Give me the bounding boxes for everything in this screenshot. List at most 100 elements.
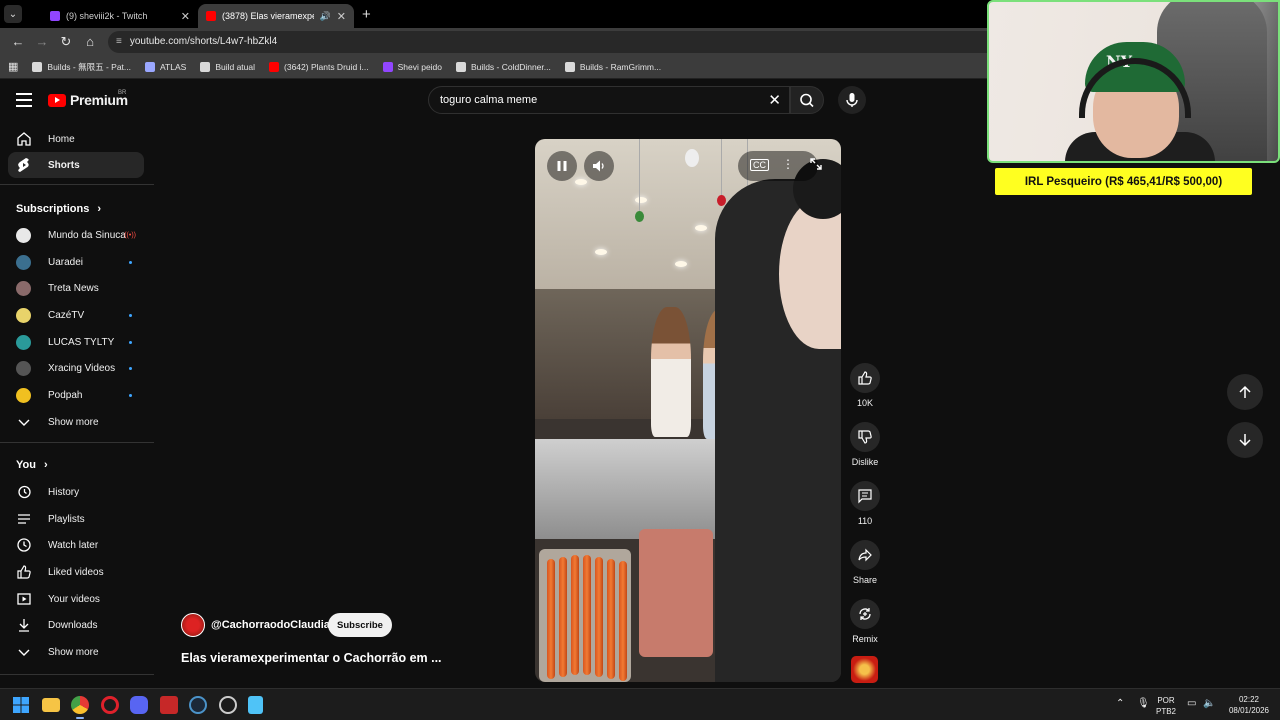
share-action[interactable]: Share <box>849 540 881 585</box>
sidebar-item-downloads[interactable]: Downloads <box>8 612 144 638</box>
sidebar-item-playlists[interactable]: Playlists <box>8 506 144 532</box>
back-icon[interactable]: ← <box>6 34 30 49</box>
you-heading[interactable]: You › <box>16 459 48 471</box>
sidebar-item-shorts[interactable]: Shorts <box>8 152 144 178</box>
volume-icon[interactable]: 🔈 <box>1203 698 1215 709</box>
bookmark[interactable]: ATLAS <box>145 61 186 72</box>
channel-avatar <box>16 334 31 350</box>
dislike-label: Dislike <box>851 457 879 467</box>
remix-button[interactable] <box>850 599 880 629</box>
comments-button[interactable] <box>850 481 880 511</box>
history-icon <box>16 484 32 500</box>
display-icon[interactable]: ▭ <box>1187 698 1196 709</box>
subscription-item[interactable]: Uaradei <box>8 249 144 275</box>
reload-icon[interactable]: ↻ <box>54 34 78 50</box>
bookmark[interactable]: Build atual <box>200 61 255 72</box>
ceiling-light <box>675 261 687 267</box>
discord-icon[interactable] <box>130 696 148 714</box>
fullscreen-icon[interactable] <box>809 157 823 174</box>
new-content-dot <box>129 340 132 344</box>
shorts-icon <box>16 157 32 173</box>
clear-search-icon[interactable]: ✕ <box>768 91 781 109</box>
site-info-icon[interactable]: ≡ <box>116 36 122 47</box>
chevron-right-icon: › <box>43 459 48 471</box>
share-button[interactable] <box>850 540 880 570</box>
home-icon[interactable]: ⌂ <box>78 34 102 49</box>
home-icon <box>16 131 32 147</box>
subscribe-button[interactable]: Subscribe <box>328 613 392 637</box>
more-options-icon[interactable]: ⋮ <box>782 157 794 171</box>
browser-tab-youtube[interactable]: (3878) Elas vieramexperime 🔊 ✕ <box>198 4 354 28</box>
search-button[interactable] <box>790 86 824 114</box>
subscription-item[interactable]: LUCAS TYLTY <box>8 329 144 355</box>
bookmark[interactable]: Builds - ColdDinner... <box>456 61 551 72</box>
file-explorer-icon[interactable] <box>42 698 60 712</box>
comments-action[interactable]: 110 <box>849 481 881 526</box>
like-button[interactable] <box>850 363 880 393</box>
dislike-action[interactable]: Dislike <box>849 422 881 467</box>
voice-search-button[interactable] <box>838 86 866 114</box>
shorts-video-player[interactable]: CC ⋮ <box>535 139 841 682</box>
bookmark[interactable]: Builds - 無限五 - Pat... <box>32 61 131 73</box>
captions-icon[interactable]: CC <box>750 159 769 171</box>
streamer-webcam: NY <box>987 0 1280 163</box>
remix-action[interactable]: Remix <box>849 599 881 644</box>
apps-icon[interactable]: ▦ <box>8 60 18 73</box>
browser-tab-twitch[interactable]: (9) sheviii2k - Twitch ✕ <box>42 4 198 28</box>
subscription-item[interactable]: Mundo da Sinuca ((•)) <box>8 222 144 248</box>
subscription-item[interactable]: Treta News <box>8 275 144 301</box>
bookmark[interactable]: (3642) Plants Druid i... <box>269 61 369 72</box>
new-tab-button[interactable]: + <box>362 6 371 23</box>
sidebar-item-liked-videos[interactable]: Liked videos <box>8 559 144 585</box>
opera-icon[interactable] <box>101 696 119 714</box>
dislike-button[interactable] <box>850 422 880 452</box>
channel-name[interactable]: @CachorraodoClaudiao <box>211 619 337 631</box>
next-short-button[interactable] <box>1227 422 1263 458</box>
microphone-icon <box>846 93 858 107</box>
ornament-string <box>721 139 722 195</box>
previous-short-button[interactable] <box>1227 374 1263 410</box>
clock[interactable]: 02:22 08/01/2026 <box>1224 694 1274 716</box>
like-icon <box>16 564 32 580</box>
subscriptions-heading[interactable]: Subscriptions › <box>16 203 101 215</box>
input-language[interactable]: POR PTB2 <box>1156 695 1176 717</box>
channel-avatar[interactable] <box>181 613 205 637</box>
video-title[interactable]: Elas vieramexperimentar o Cachorrão em .… <box>181 651 442 665</box>
download-icon <box>16 617 32 633</box>
show-more-you[interactable]: Show more <box>8 639 144 665</box>
like-action[interactable]: 10K <box>849 363 881 408</box>
sound-thumbnail[interactable] <box>851 656 878 683</box>
sidebar-item-home[interactable]: Home <box>8 126 144 152</box>
menu-icon[interactable] <box>16 93 32 111</box>
warframe-icon[interactable] <box>160 696 178 714</box>
steam-icon[interactable] <box>189 696 207 714</box>
sidebar-item-history[interactable]: History <box>8 479 144 505</box>
search-icon <box>800 93 814 108</box>
forward-icon[interactable]: → <box>30 34 54 49</box>
pause-button[interactable] <box>547 151 577 181</box>
windows-start-icon[interactable] <box>12 696 30 714</box>
sidebar-item-watch-later[interactable]: Watch later <box>8 532 144 558</box>
close-tab-icon[interactable]: ✕ <box>337 10 346 23</box>
youtube-logo[interactable]: Premium <box>48 92 128 108</box>
volume-button[interactable] <box>584 151 614 181</box>
microphone-icon[interactable]: 🎙 <box>1137 698 1150 709</box>
close-tab-icon[interactable]: ✕ <box>181 10 190 23</box>
bookmark[interactable]: Shevi peido <box>382 61 442 72</box>
sidebar-item-your-videos[interactable]: Your videos <box>8 586 144 612</box>
show-more-subscriptions[interactable]: Show more <box>8 409 144 435</box>
subscription-item[interactable]: Xracing Videos <box>8 355 144 381</box>
search-input[interactable]: toguro calma meme ✕ <box>428 86 790 114</box>
subscription-item[interactable]: CazéTV <box>8 302 144 328</box>
notepad-icon[interactable] <box>248 696 263 714</box>
chrome-icon[interactable] <box>71 696 89 714</box>
github-icon[interactable] <box>219 696 237 714</box>
dislike-icon <box>858 430 872 444</box>
bookmark[interactable]: Builds - RamGrimm... <box>564 61 661 72</box>
chevron-up-icon[interactable]: ⌃ <box>1116 698 1124 709</box>
tab-audio-icon[interactable]: 🔊 <box>320 11 331 22</box>
sidebar-divider <box>0 442 154 443</box>
tab-search-icon[interactable]: ⌄ <box>4 5 22 23</box>
watch-later-icon <box>16 537 32 553</box>
subscription-item[interactable]: Podpah <box>8 382 144 408</box>
